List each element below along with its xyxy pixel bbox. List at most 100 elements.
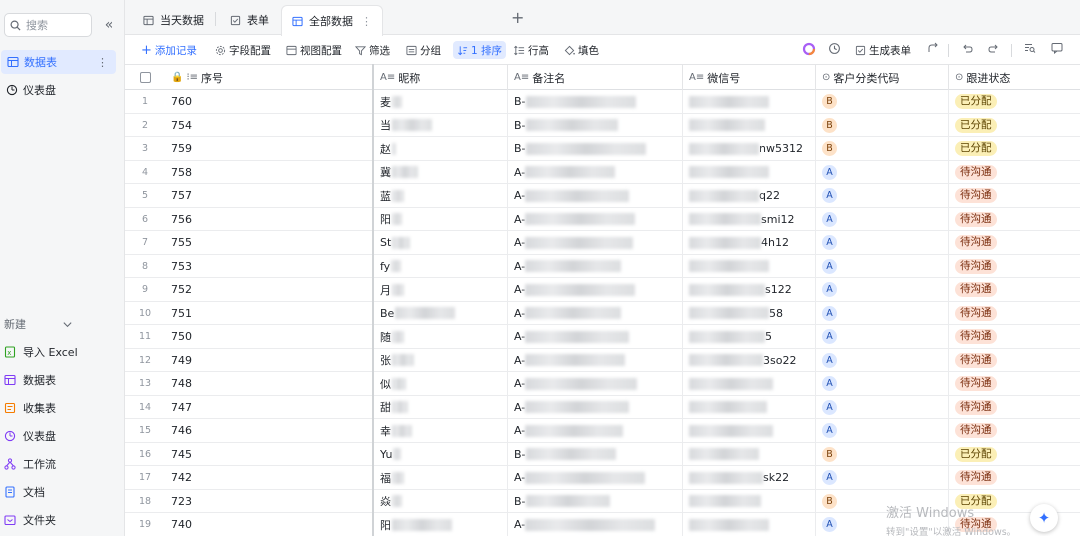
cell-seq[interactable]: 751 bbox=[165, 301, 373, 325]
cell-follow-status[interactable]: 待沟通 bbox=[949, 161, 1080, 184]
cell-nickname[interactable]: 焱 bbox=[374, 489, 508, 513]
new-form[interactable]: 收集表 bbox=[4, 397, 120, 419]
new-doc[interactable]: 文档 bbox=[4, 481, 120, 503]
cell-follow-status[interactable]: 待沟通 bbox=[949, 349, 1080, 372]
table-row[interactable]: 13 748 似 A- A 待沟通 bbox=[125, 372, 1080, 396]
sidebar-item-tables[interactable]: 数据表 ⋮ bbox=[1, 50, 116, 74]
cell-wechat[interactable]: smi12 bbox=[683, 207, 816, 231]
table-row[interactable]: 17 742 福 A-sk22 A 待沟通 bbox=[125, 466, 1080, 490]
cell-nickname[interactable]: 麦 bbox=[374, 90, 508, 113]
new-table[interactable]: 数据表 bbox=[4, 369, 120, 391]
cell-wechat[interactable] bbox=[683, 395, 816, 419]
column-header-nickname[interactable]: A≡ 昵称 bbox=[374, 65, 508, 90]
select-all-checkbox-cell[interactable] bbox=[125, 65, 165, 90]
cell-seq[interactable]: 754 bbox=[165, 113, 373, 137]
collapse-sidebar-icon[interactable]: « bbox=[101, 17, 117, 33]
cell-nickname[interactable]: 随 bbox=[374, 325, 508, 348]
cell-follow-status[interactable]: 已分配 bbox=[949, 137, 1080, 160]
cell-category-code[interactable]: A bbox=[816, 254, 949, 278]
column-header-remark[interactable]: A≡ 备注名 bbox=[508, 65, 683, 90]
cell-wechat[interactable] bbox=[683, 90, 816, 113]
sidebar-item-dashboard[interactable]: 仪表盘 bbox=[0, 78, 125, 102]
cell-remark[interactable]: A- bbox=[508, 372, 683, 395]
more-icon[interactable]: ⋮ bbox=[97, 56, 108, 69]
cell-category-code[interactable]: A bbox=[816, 301, 949, 325]
cell-wechat[interactable] bbox=[683, 489, 816, 513]
table-row[interactable]: 8 753 fy A- A 待沟通 bbox=[125, 254, 1080, 278]
automation-icon[interactable] bbox=[828, 42, 841, 55]
cell-follow-status[interactable]: 待沟通 bbox=[949, 372, 1080, 395]
cell-nickname[interactable]: 阳 bbox=[374, 513, 508, 536]
tab-more-icon[interactable]: ⋮ bbox=[361, 15, 372, 28]
cell-seq[interactable]: 757 bbox=[165, 184, 373, 207]
cell-nickname[interactable]: Yu bbox=[374, 442, 508, 466]
cell-wechat[interactable] bbox=[683, 513, 816, 536]
cell-follow-status[interactable]: 待沟通 bbox=[949, 396, 1080, 419]
column-header-category-code[interactable]: ⊙ 客户分类代码 bbox=[816, 65, 949, 90]
cell-category-code[interactable]: B bbox=[816, 137, 949, 160]
search-records-icon[interactable] bbox=[1024, 42, 1036, 54]
cell-nickname[interactable]: 月 bbox=[374, 278, 508, 301]
new-section-header[interactable]: 新建 bbox=[4, 316, 108, 332]
cell-seq[interactable]: 723 bbox=[165, 489, 373, 513]
cell-follow-status[interactable]: 待沟通 bbox=[949, 419, 1080, 442]
cell-remark[interactable]: A- bbox=[508, 207, 683, 231]
new-dashboard[interactable]: 仪表盘 bbox=[4, 425, 120, 447]
cell-seq[interactable]: 745 bbox=[165, 442, 373, 466]
table-row[interactable]: 10 751 Be A- 58 A 待沟通 bbox=[125, 301, 1080, 325]
cell-category-code[interactable]: A bbox=[816, 231, 949, 254]
cell-seq[interactable]: 748 bbox=[165, 372, 373, 395]
cell-remark[interactable]: B- bbox=[508, 113, 683, 137]
cell-wechat[interactable] bbox=[683, 372, 816, 395]
cell-remark[interactable]: A- bbox=[508, 325, 683, 348]
add-record-button[interactable]: + 添加记录 bbox=[141, 41, 197, 59]
share-icon[interactable] bbox=[927, 42, 939, 54]
column-header-follow-status[interactable]: ⊙ 跟进状态 bbox=[949, 65, 1080, 90]
column-header-wechat[interactable]: A≡ 微信号 bbox=[683, 65, 816, 90]
cell-follow-status[interactable]: 已分配 bbox=[949, 443, 1080, 466]
cell-remark[interactable]: A- bbox=[508, 513, 683, 536]
comment-icon[interactable] bbox=[1051, 42, 1063, 54]
cell-nickname[interactable]: St bbox=[374, 231, 508, 254]
cell-seq[interactable]: 758 bbox=[165, 160, 373, 184]
cell-category-code[interactable]: A bbox=[816, 325, 949, 348]
table-row[interactable]: 4 758 冀 A- A 待沟通 bbox=[125, 160, 1080, 184]
cell-follow-status[interactable]: 待沟通 bbox=[949, 302, 1080, 325]
cell-follow-status[interactable]: 待沟通 bbox=[949, 231, 1080, 254]
cell-category-code[interactable]: A bbox=[816, 278, 949, 301]
cell-seq[interactable]: 756 bbox=[165, 207, 373, 231]
cell-nickname[interactable]: 当 bbox=[374, 113, 508, 137]
cell-wechat[interactable]: nw5312 bbox=[683, 137, 816, 160]
cell-nickname[interactable]: 张 bbox=[374, 348, 508, 372]
cell-wechat[interactable] bbox=[683, 419, 816, 442]
ai-assistant-icon[interactable] bbox=[802, 42, 816, 56]
redo-icon[interactable] bbox=[988, 42, 1000, 54]
new-folder[interactable]: 文件夹 bbox=[4, 509, 120, 531]
cell-follow-status[interactable]: 待沟通 bbox=[949, 184, 1080, 207]
cell-nickname[interactable]: 冀 bbox=[374, 160, 508, 184]
tab-today-data[interactable]: 当天数据 bbox=[143, 5, 204, 35]
table-row[interactable]: 6 756 阳 A-smi12 A 待沟通 bbox=[125, 207, 1080, 231]
cell-follow-status[interactable]: 待沟通 bbox=[949, 325, 1080, 348]
cell-remark[interactable]: B- bbox=[508, 90, 683, 113]
cell-seq[interactable]: 749 bbox=[165, 348, 373, 372]
cell-category-code[interactable]: A bbox=[816, 184, 949, 207]
cell-wechat[interactable]: s122 bbox=[683, 278, 816, 301]
cell-remark[interactable]: A- bbox=[508, 301, 683, 325]
undo-icon[interactable] bbox=[961, 42, 973, 54]
cell-wechat[interactable]: 3so22 bbox=[683, 348, 816, 372]
table-row[interactable]: 15 746 幸 A- A 待沟通 bbox=[125, 419, 1080, 443]
cell-category-code[interactable]: B bbox=[816, 90, 949, 113]
search-input[interactable]: 搜索 bbox=[4, 13, 92, 37]
cell-remark[interactable]: B- bbox=[508, 442, 683, 466]
cell-category-code[interactable]: A bbox=[816, 348, 949, 372]
cell-follow-status[interactable]: 已分配 bbox=[949, 90, 1080, 113]
cell-nickname[interactable]: 阳 bbox=[374, 207, 508, 231]
cell-category-code[interactable]: A bbox=[816, 466, 949, 489]
cell-remark[interactable]: A- bbox=[508, 466, 683, 489]
filter-button[interactable]: 筛选 bbox=[355, 41, 390, 59]
add-view-icon[interactable]: + bbox=[511, 8, 524, 27]
new-workflow[interactable]: 工作流 bbox=[4, 453, 120, 475]
cell-nickname[interactable]: 甜 bbox=[374, 395, 508, 419]
tab-all-data[interactable]: 全部数据 ⋮ bbox=[281, 5, 383, 36]
